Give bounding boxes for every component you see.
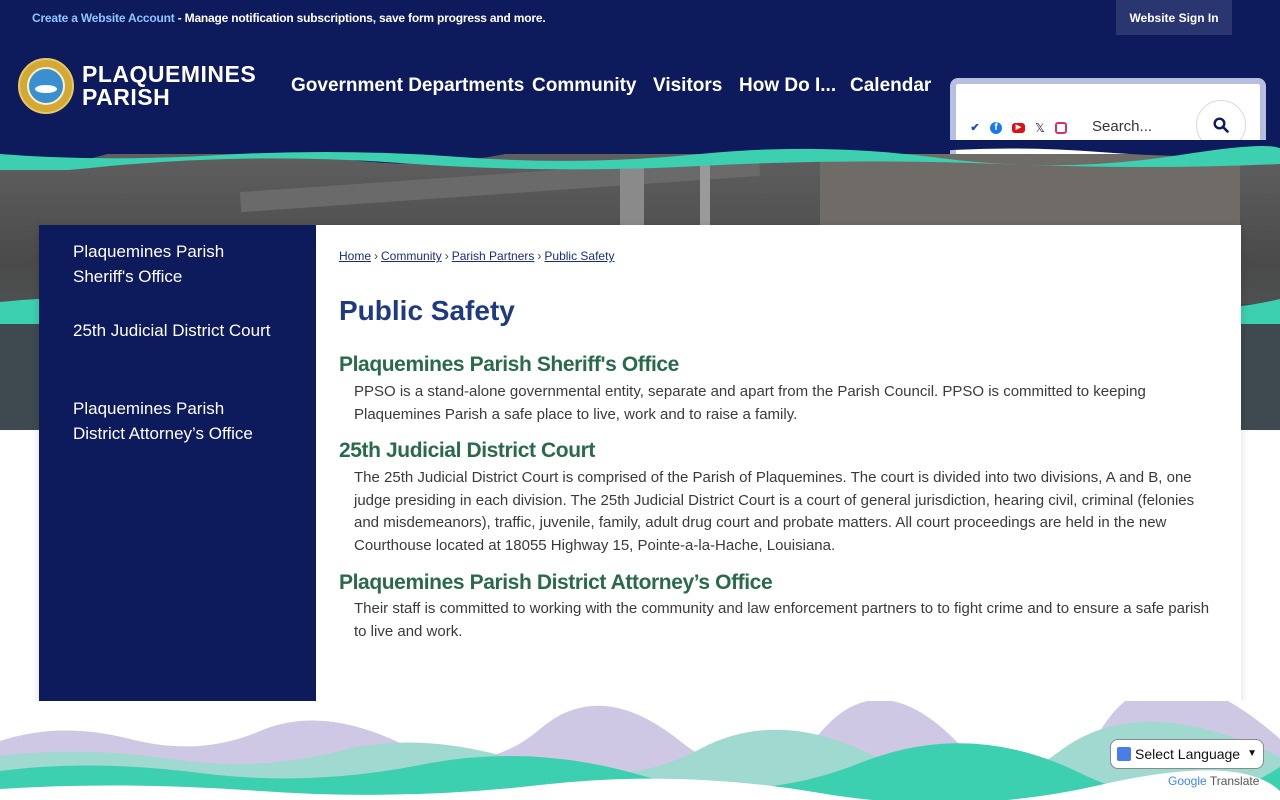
breadcrumb-public-safety[interactable]: Public Safety: [544, 249, 614, 263]
search-icon: [1213, 117, 1229, 133]
powered-by-google-translate[interactable]: Google Translate: [1168, 774, 1259, 788]
section-heading-judicial-district-court: 25th Judicial District Court: [339, 439, 596, 462]
breadcrumb: Home › Community › Parish Partners › Public Sa…: [339, 249, 615, 263]
top-utility-bar: Create a Website Account - Manage notifi…: [0, 0, 1280, 36]
section-text-sheriffs-office: PPSO is a stand-alone governmental entit…: [354, 383, 1146, 423]
header-wave-edge: [0, 140, 1280, 170]
section-text-judicial-district-court: The 25th Judicial District Court is comp…: [354, 469, 1195, 554]
account-message: Create a Website Account - Manage notifi…: [32, 11, 546, 25]
nav-calendar[interactable]: Calendar: [850, 75, 931, 97]
sidebar-item-judicial-district-court[interactable]: 25th Judicial District Court: [73, 318, 273, 343]
nav-government-departments[interactable]: Government Departments: [291, 75, 532, 97]
nav-how-do-i[interactable]: How Do I...: [739, 75, 850, 97]
website-sign-in-button[interactable]: Website Sign In: [1116, 0, 1232, 35]
section-heading-sheriffs-office: Plaquemines Parish Sheriff's Office: [339, 353, 679, 376]
main-navigation: Government Departments Community Visitor…: [291, 75, 931, 97]
youtube-icon[interactable]: ▶: [1012, 123, 1025, 133]
sidebar: Plaquemines Parish Sheriff's Office 25th…: [39, 225, 316, 701]
nav-visitors[interactable]: Visitors: [653, 75, 739, 97]
language-select-label: Select Language: [1135, 746, 1241, 762]
search-input[interactable]: [1092, 115, 1192, 137]
nav-community[interactable]: Community: [532, 75, 653, 97]
section-heading-district-attorneys-office: Plaquemines Parish District Attorney’s O…: [339, 571, 773, 594]
account-message-text: - Manage notification subscriptions, sav…: [174, 11, 546, 25]
checkmark-icon[interactable]: ✔: [968, 121, 982, 135]
parish-seal-logo[interactable]: [18, 58, 74, 114]
breadcrumb-home[interactable]: Home: [339, 249, 371, 263]
create-account-link[interactable]: Create a Website Account: [32, 11, 175, 25]
logo-line-2: PARISH: [82, 84, 171, 110]
page-title: Public Safety: [339, 295, 515, 326]
logo-line-1: PLAQUEMINES: [82, 61, 257, 87]
breadcrumb-parish-partners[interactable]: Parish Partners: [452, 249, 535, 263]
x-icon[interactable]: 𝕏: [1033, 121, 1047, 135]
translate-link-text: Translate: [1209, 774, 1260, 788]
google-translate-icon: [1117, 747, 1131, 761]
google-wordmark: Google: [1168, 774, 1207, 788]
sidebar-item-district-attorneys-office[interactable]: Plaquemines Parish District Attorney’s O…: [73, 396, 273, 446]
site-logo-text[interactable]: PLAQUEMINES PARISH: [82, 63, 256, 109]
footer-wave-decoration: [0, 701, 1280, 800]
instagram-icon[interactable]: [1055, 122, 1067, 134]
section-text-district-attorneys-office: Their staff is committed to working with…: [354, 600, 1210, 640]
content-panel: Plaquemines Parish Sheriff's Office 25th…: [39, 225, 1241, 701]
facebook-icon[interactable]: f: [990, 122, 1002, 134]
breadcrumb-community[interactable]: Community: [381, 249, 442, 263]
chevron-down-icon: ▼: [1247, 748, 1257, 759]
site-header: PLAQUEMINES PARISH Government Department…: [0, 36, 1280, 168]
language-select[interactable]: Select Language ▼: [1110, 739, 1264, 769]
sidebar-item-sheriffs-office[interactable]: Plaquemines Parish Sheriff's Office: [73, 239, 273, 289]
